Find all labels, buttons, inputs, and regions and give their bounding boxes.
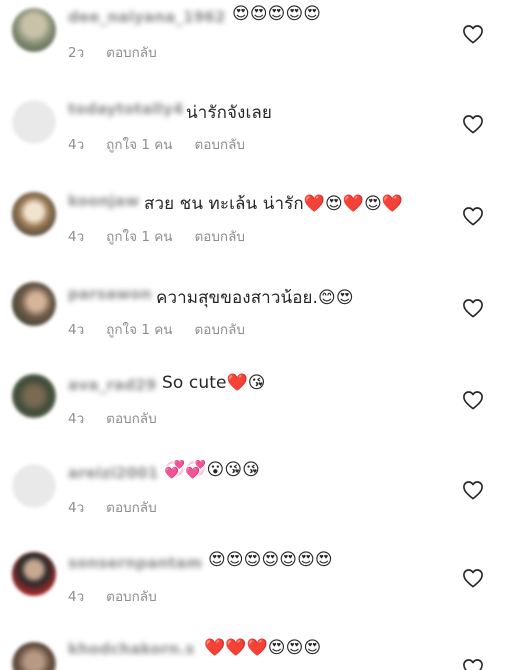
comment-item: dee_naiyana_1962 😍😍😍😍😍 2ว ตอบกลับ xyxy=(0,0,508,90)
comment-time: 4ว xyxy=(68,500,85,516)
like-heart-icon[interactable] xyxy=(462,24,484,44)
comment-username[interactable]: koonjaw xyxy=(68,192,139,210)
comment-item: ava_rad29 So cute❤️😘 4ว ตอบกลับ xyxy=(0,366,508,456)
comment-time: 4ว xyxy=(68,589,85,605)
comment-likes[interactable]: ถูกใจ 1 คน xyxy=(106,322,172,338)
reply-button[interactable]: ตอบกลับ xyxy=(194,137,244,153)
avatar[interactable] xyxy=(12,100,56,144)
like-heart-icon[interactable] xyxy=(462,568,484,588)
like-heart-icon[interactable] xyxy=(462,206,484,226)
reply-button[interactable]: ตอบกลับ xyxy=(106,45,156,61)
comment-time: 2ว xyxy=(68,45,85,61)
comment-likes[interactable]: ถูกใจ 1 คน xyxy=(106,137,172,153)
comment-text: ❤️❤️❤️😍😍😍 xyxy=(204,638,322,658)
like-heart-icon[interactable] xyxy=(462,480,484,500)
comment-meta: 4ว ตอบกลับ xyxy=(68,407,179,429)
like-heart-icon[interactable] xyxy=(462,114,484,134)
comment-time: 4ว xyxy=(68,322,85,338)
comment-username[interactable]: areizi2001 xyxy=(68,464,158,482)
comment-meta: 4ว ถูกใจ 1 คน ตอบกลับ xyxy=(68,133,267,155)
comment-time: 4ว xyxy=(68,229,85,245)
reply-button[interactable]: ตอบกลับ xyxy=(194,322,244,338)
comment-text: สวย ชน ทะเล้น น่ารัก❤️😍❤️😍❤️ xyxy=(144,194,404,214)
comment-time: 4ว xyxy=(68,137,85,153)
like-heart-icon[interactable] xyxy=(462,390,484,410)
comment-meta: 4ว ถูกใจ 1 คน ตอบกลับ xyxy=(68,225,267,247)
comment-item: khodchakorn.s ❤️❤️❤️😍😍😍 xyxy=(0,634,508,670)
reply-button[interactable]: ตอบกลับ xyxy=(106,589,156,605)
comment-text: ความสุขของสาวน้อย.😊😍 xyxy=(156,288,354,308)
like-heart-icon[interactable] xyxy=(462,298,484,318)
comment-text: 😍😍😍😍😍😍😍 xyxy=(208,550,333,570)
comment-username[interactable]: khodchakorn.s xyxy=(68,640,195,658)
comment-text: 😍😍😍😍😍 xyxy=(232,4,322,24)
avatar[interactable] xyxy=(12,642,56,670)
comment-item: parsawon ความสุขของสาวน้อย.😊😍 4ว ถูกใจ 1 … xyxy=(0,274,508,364)
comment-username[interactable]: dee_naiyana_1962 xyxy=(68,8,226,26)
comment-item: sonsernpantam 😍😍😍😍😍😍😍 4ว ตอบกลับ xyxy=(0,546,508,636)
avatar[interactable] xyxy=(12,374,56,418)
comment-time: 4ว xyxy=(68,411,85,427)
comment-meta: 4ว ตอบกลับ xyxy=(68,496,179,518)
comment-username[interactable]: parsawon xyxy=(68,285,152,303)
comment-likes[interactable]: ถูกใจ 1 คน xyxy=(106,229,172,245)
reply-button[interactable]: ตอบกลับ xyxy=(194,229,244,245)
avatar[interactable] xyxy=(12,282,56,326)
reply-button[interactable]: ตอบกลับ xyxy=(106,500,156,516)
avatar[interactable] xyxy=(12,192,56,236)
comment-text: น่ารักจังเลย xyxy=(186,103,272,123)
avatar[interactable] xyxy=(12,8,56,52)
comment-meta: 2ว ตอบกลับ xyxy=(68,41,179,63)
comment-meta: 4ว ตอบกลับ xyxy=(68,585,179,607)
comment-text: So cute❤️😘 xyxy=(162,373,266,393)
comment-meta: 4ว ถูกใจ 1 คน ตอบกลับ xyxy=(68,318,267,340)
avatar[interactable] xyxy=(12,464,56,508)
comment-text: 💞💞😮😘😘 xyxy=(164,460,261,480)
reply-button[interactable]: ตอบกลับ xyxy=(106,411,156,427)
comment-username[interactable]: todaytotally4 xyxy=(68,100,184,118)
comment-item: todaytotally4 น่ารักจังเลย 4ว ถูกใจ 1 คน ต… xyxy=(0,90,508,180)
comment-item: koonjaw สวย ชน ทะเล้น น่ารัก❤️😍❤️😍❤️ 4ว ถ… xyxy=(0,182,508,272)
avatar[interactable] xyxy=(12,552,56,596)
like-heart-icon[interactable] xyxy=(462,658,484,670)
comment-username[interactable]: ava_rad29 xyxy=(68,376,156,394)
comment-item: areizi2001 💞💞😮😘😘 4ว ตอบกลับ xyxy=(0,456,508,546)
comment-username[interactable]: sonsernpantam xyxy=(68,554,202,572)
